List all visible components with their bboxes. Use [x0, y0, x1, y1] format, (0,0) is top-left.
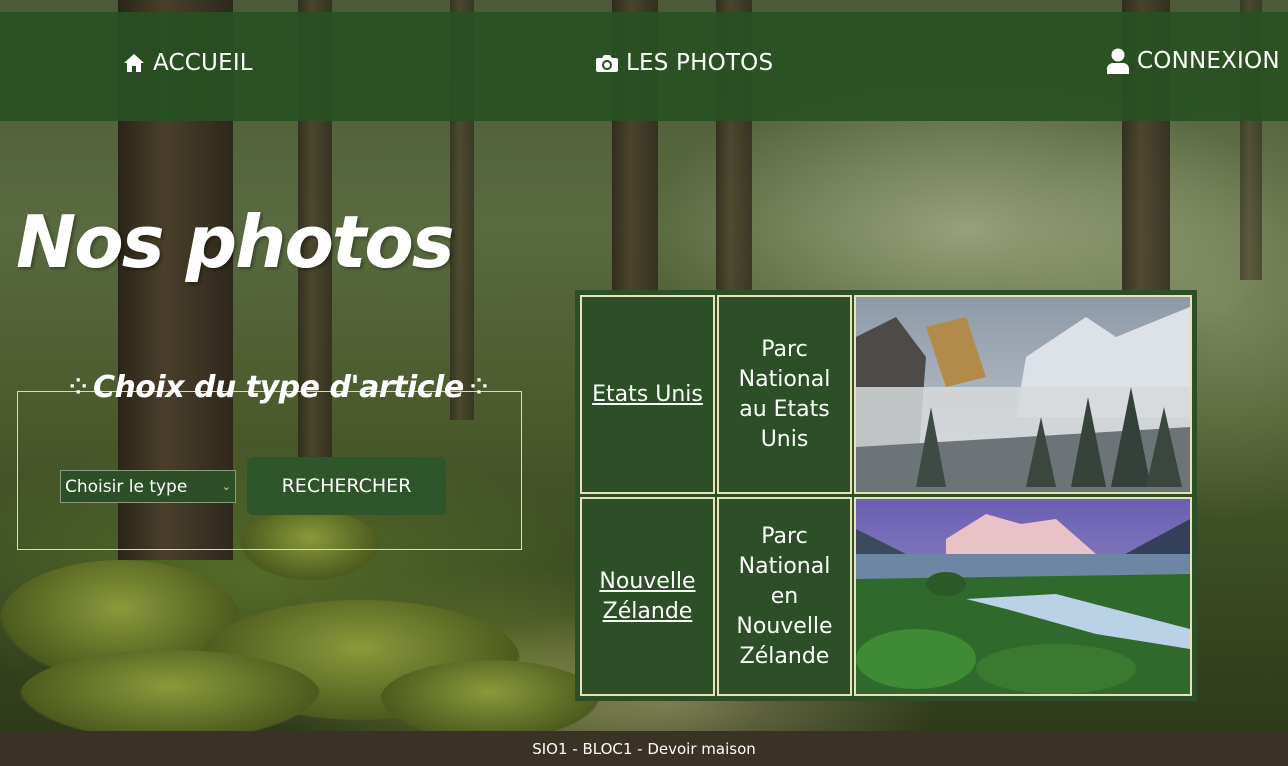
nav-login-label: CONNEXION: [1137, 48, 1280, 74]
type-select-value: Choisir le type: [65, 476, 188, 497]
page-title: Nos photos: [16, 200, 455, 284]
nav-photos-label: LES PHOTOS: [626, 50, 774, 76]
sparkle-right-icon: ⁘: [469, 375, 488, 400]
country-link-new-zealand[interactable]: Nouvelle Zélande: [582, 567, 713, 627]
table-cell-park: Parc National au Etats Unis: [717, 295, 852, 494]
camera-icon: [596, 55, 618, 72]
search-button[interactable]: RECHERCHER: [247, 457, 446, 515]
photo-usa: [854, 295, 1192, 494]
country-link-usa[interactable]: Etats Unis: [592, 380, 703, 410]
table-cell-country: Nouvelle Zélande: [580, 497, 715, 696]
nav-home-link[interactable]: ACCUEIL: [123, 50, 253, 76]
nav-login-link[interactable]: CONNEXION: [1107, 48, 1280, 74]
top-nav: ACCUEIL LES PHOTOS CONNEXION: [0, 12, 1288, 121]
fieldset-legend: ⁘ Choix du type d'article ⁘: [65, 370, 492, 405]
user-icon: [1107, 48, 1129, 74]
chevron-down-icon: ⌄: [221, 480, 231, 493]
sparkle-left-icon: ⁘: [69, 375, 87, 400]
table-cell-country: Etats Unis: [580, 295, 715, 494]
table-cell-park: Parc National en Nouvelle Zélande: [717, 497, 852, 696]
photo-table: Etats Unis Parc National au Etats Unis N…: [575, 290, 1197, 701]
nav-photos-link[interactable]: LES PHOTOS: [596, 50, 773, 76]
nav-home-label: ACCUEIL: [153, 50, 253, 76]
type-select[interactable]: Choisir le type ⌄: [60, 470, 236, 503]
home-icon: [124, 54, 144, 72]
article-type-fieldset: ⁘ Choix du type d'article ⁘ Choisir le t…: [17, 370, 522, 550]
photo-new-zealand: [854, 497, 1192, 696]
legend-text: Choix du type d'article: [92, 370, 464, 405]
footer: SIO1 - BLOC1 - Devoir maison: [0, 731, 1288, 766]
